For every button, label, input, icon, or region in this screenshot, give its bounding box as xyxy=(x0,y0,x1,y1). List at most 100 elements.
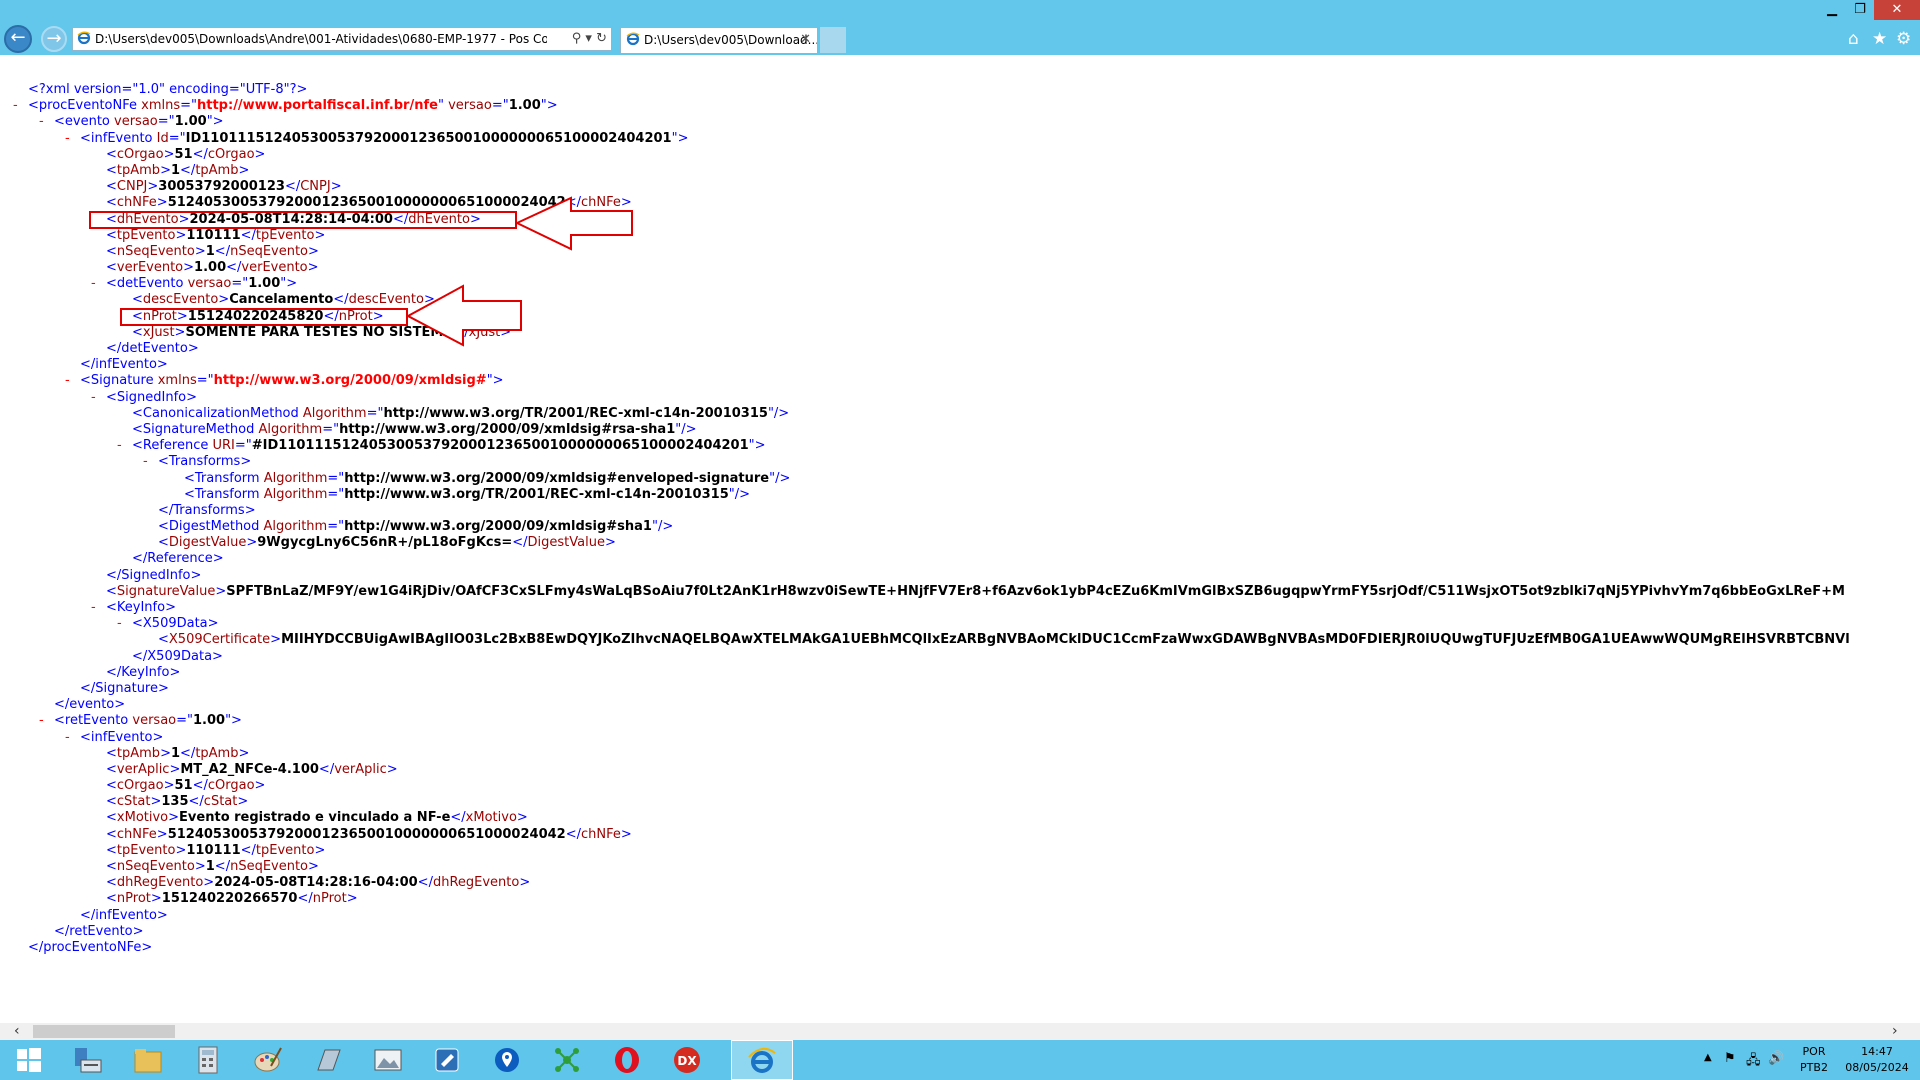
xml-line-content: <SignatureMethod Algorithm="http://www.w… xyxy=(132,422,697,438)
new-tab-button[interactable] xyxy=(820,27,846,53)
taskbar-dx-app[interactable]: DX xyxy=(658,1040,716,1080)
taskbar-paint[interactable] xyxy=(238,1040,296,1080)
taskbar-maps[interactable] xyxy=(478,1040,536,1080)
horizontal-scrollbar[interactable]: ‹ › xyxy=(0,1023,1920,1040)
xml-token: nSeqEvento xyxy=(116,243,195,259)
xml-token: "> xyxy=(748,438,766,454)
collapse-toggle[interactable]: - xyxy=(117,616,129,632)
xml-token: < xyxy=(106,875,117,891)
xml-token: > xyxy=(246,535,258,551)
dropdown-icon[interactable]: ▾ xyxy=(585,31,592,46)
xml-line-content: <CanonicalizationMethod Algorithm="http:… xyxy=(132,406,789,422)
taskbar-internet-explorer-active[interactable] xyxy=(731,1040,793,1080)
dx-logo-icon: DX xyxy=(674,1047,700,1073)
back-button[interactable]: ← xyxy=(4,25,32,53)
search-icon[interactable]: ⚲ xyxy=(572,31,582,46)
xml-token: http://www.w3.org/TR/2001/REC-xml-c14n-2… xyxy=(383,405,768,421)
xml-token: 5124053005379200012365001000000065100002… xyxy=(167,826,566,842)
xml-token: > xyxy=(215,583,227,599)
xml-token: 110111 xyxy=(186,842,241,858)
xml-token: xmlns xyxy=(153,373,197,389)
xml-token: > xyxy=(237,794,249,810)
xml-line-content: <evento versao="1.00"> xyxy=(54,114,224,130)
xml-token: Algorithm xyxy=(254,421,323,437)
home-icon[interactable]: ⌂ xyxy=(1848,29,1859,49)
xml-token: cOrgao xyxy=(207,146,255,162)
collapse-toggle[interactable]: - xyxy=(143,454,155,470)
minimize-button[interactable]: ▁ xyxy=(1818,0,1846,20)
collapse-toggle[interactable]: - xyxy=(91,390,103,406)
xml-line-content: <Signature xmlns="http://www.w3.org/2000… xyxy=(80,373,504,389)
taskbar-network-tool[interactable] xyxy=(538,1040,596,1080)
collapse-toggle[interactable]: - xyxy=(91,600,103,616)
system-clock[interactable]: 14:47 08/05/2024 xyxy=(1842,1044,1912,1076)
xml-token: </KeyInfo> xyxy=(106,664,181,680)
xml-token: > xyxy=(160,745,171,761)
refresh-icon[interactable]: ↻ xyxy=(596,31,607,46)
xml-token: < xyxy=(106,810,117,826)
xml-token: <evento xyxy=(54,114,110,130)
start-button[interactable] xyxy=(0,1040,58,1080)
xml-token: =" xyxy=(366,405,384,421)
xml-token: < xyxy=(106,778,117,794)
tray-show-hidden-icon[interactable]: ▲ xyxy=(1704,1052,1712,1063)
restore-button[interactable]: ❐ xyxy=(1846,0,1874,20)
xml-token: cStat xyxy=(116,794,151,810)
xml-line-content: </Signature> xyxy=(80,681,169,697)
xml-token: X509Certificate xyxy=(168,632,271,648)
taskbar-server-manager[interactable] xyxy=(58,1040,116,1080)
collapse-toggle[interactable]: - xyxy=(65,730,77,746)
taskbar-opera[interactable] xyxy=(598,1040,656,1080)
favorites-star-icon[interactable]: ★ xyxy=(1872,29,1887,49)
xml-token: DigestValue xyxy=(168,535,247,551)
tray-volume-icon[interactable]: 🔊 xyxy=(1768,1051,1784,1066)
collapse-toggle[interactable]: - xyxy=(117,438,129,454)
xml-token: > xyxy=(183,260,195,276)
collapse-toggle[interactable]: - xyxy=(39,114,51,130)
ie-tab-icon xyxy=(626,32,640,46)
collapse-toggle[interactable]: - xyxy=(65,131,77,147)
xml-line-content: </detEvento> xyxy=(106,341,199,357)
scroll-left-arrow-icon[interactable]: ‹ xyxy=(14,1023,20,1040)
tab-close-icon[interactable]: ✕ xyxy=(800,28,811,52)
xml-token: < xyxy=(106,227,117,243)
xml-line-content: <DigestMethod Algorithm="http://www.w3.o… xyxy=(158,519,673,535)
taskbar-image-viewer[interactable] xyxy=(358,1040,416,1080)
notepad-icon xyxy=(317,1049,341,1071)
tray-flag-icon[interactable]: ⚑ xyxy=(1724,1051,1736,1066)
collapse-toggle[interactable]: - xyxy=(13,98,25,114)
taskbar-file-explorer[interactable] xyxy=(118,1040,176,1080)
taskbar-calculator[interactable] xyxy=(178,1040,236,1080)
taskbar-notepad[interactable] xyxy=(298,1040,356,1080)
xml-token: tpAmb xyxy=(116,745,161,761)
collapse-toggle[interactable]: - xyxy=(39,713,51,729)
xml-line-content: <tpAmb>1</tpAmb> xyxy=(106,746,249,762)
xml-token: <?xml version="1.0" encoding="UTF-8"?> xyxy=(28,82,308,97)
tray-network-icon[interactable]: 🖧 xyxy=(1746,1051,1761,1073)
xml-line-content: </Reference> xyxy=(132,551,224,567)
xml-token: =" xyxy=(168,130,186,146)
xml-token: "> xyxy=(280,276,298,292)
language-indicator[interactable]: POR PTB2 xyxy=(1796,1044,1832,1076)
clock-date: 08/05/2024 xyxy=(1845,1061,1909,1074)
xml-token: < xyxy=(158,632,169,648)
internet-explorer-icon xyxy=(748,1047,776,1073)
scroll-right-arrow-icon[interactable]: › xyxy=(1892,1023,1898,1040)
xml-line-content: </procEventoNFe> xyxy=(28,940,152,956)
forward-button[interactable]: → xyxy=(41,26,67,52)
collapse-toggle[interactable]: - xyxy=(65,373,77,389)
xml-token: Algorithm xyxy=(259,486,328,502)
address-bar[interactable]: D:\Users\dev005\Downloads\Andre\001-Ativ… xyxy=(72,27,612,51)
xml-token: > xyxy=(156,195,168,211)
xml-token: SPFTBnLaZ/MF9Y/ew1G4iRjDiv/OAfCF3CxSLFmy… xyxy=(226,583,1845,599)
browser-chrome: ▁ ❐ ✕ ← → D:\Users\dev005\Downloads\Andr… xyxy=(0,0,1920,55)
scrollbar-thumb[interactable] xyxy=(33,1025,175,1038)
xml-token: > xyxy=(147,179,159,195)
settings-gear-icon[interactable]: ⚙ xyxy=(1896,29,1911,49)
collapse-toggle[interactable]: - xyxy=(91,276,103,292)
close-window-button[interactable]: ✕ xyxy=(1874,0,1920,20)
taskbar-editor[interactable] xyxy=(418,1040,476,1080)
xml-token: < xyxy=(106,891,117,907)
xml-token: </infEvento> xyxy=(80,907,168,923)
tab-current-document[interactable]: D:\Users\dev005\Download... ✕ xyxy=(620,27,818,53)
